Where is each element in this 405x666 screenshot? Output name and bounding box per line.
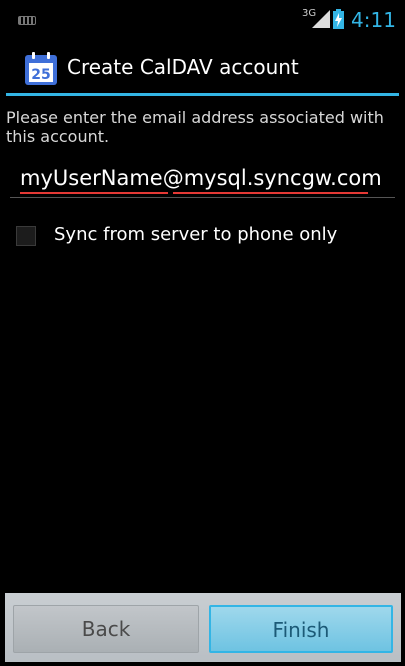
spellcheck-underline	[173, 192, 368, 194]
calendar-icon-day: 25	[31, 67, 50, 83]
email-input[interactable]	[20, 162, 390, 194]
status-bar: 3G 4:11	[0, 0, 405, 40]
action-bar: 25 Create CalDAV account	[0, 40, 405, 92]
sync-option-checkbox[interactable]	[16, 226, 36, 246]
email-field[interactable]	[10, 160, 395, 198]
spellcheck-underline	[20, 192, 168, 194]
clock: 4:11	[351, 8, 396, 32]
page-title: Create CalDAV account	[67, 55, 299, 79]
sync-option-row[interactable]: Sync from server to phone only	[6, 217, 399, 257]
battery-charging-icon	[333, 9, 344, 29]
signal-icon	[312, 10, 330, 28]
instructions-text: Please enter the email address associate…	[6, 108, 384, 146]
calendar-icon: 25	[25, 52, 57, 85]
button-bar: Back Finish	[5, 593, 401, 662]
back-button[interactable]: Back	[13, 605, 199, 653]
finish-button[interactable]: Finish	[209, 605, 393, 653]
action-bar-divider	[6, 93, 399, 96]
keyboard-icon	[18, 16, 36, 25]
sync-option-label[interactable]: Sync from server to phone only	[54, 224, 337, 245]
